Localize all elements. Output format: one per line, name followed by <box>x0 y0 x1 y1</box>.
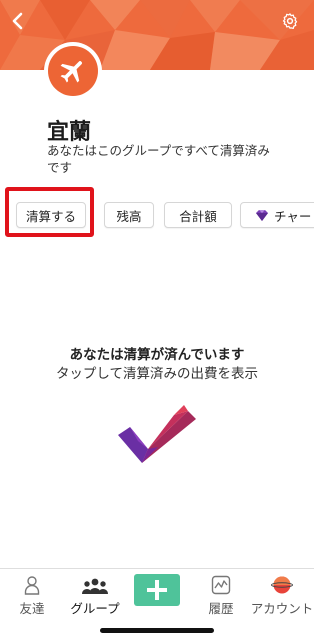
activity-icon <box>211 575 231 595</box>
chevron-left-icon <box>12 12 23 30</box>
gear-icon <box>282 13 298 29</box>
charts-button[interactable]: チャート <box>240 202 314 228</box>
show-settled-expenses-link[interactable]: タップして清算済みの出費を表示 <box>0 362 314 382</box>
tab-activity-label: 履歴 <box>208 601 234 616</box>
tab-friends-label: 友達 <box>19 601 45 616</box>
tab-account[interactable]: アカウント <box>251 569 313 619</box>
checkmark-icon <box>118 405 196 463</box>
diamond-icon <box>256 209 268 221</box>
group-avatar[interactable] <box>44 42 102 100</box>
tab-groups-label: グループ <box>70 601 120 616</box>
settle-up-highlight <box>5 187 94 237</box>
balances-button[interactable]: 残高 <box>104 202 154 228</box>
add-expense-button[interactable] <box>134 574 180 606</box>
group-icon <box>82 578 108 594</box>
totals-button[interactable]: 合計額 <box>164 202 232 228</box>
airplane-icon <box>60 61 82 83</box>
plus-icon <box>147 580 167 600</box>
tab-account-label: アカウント <box>250 601 314 616</box>
tab-groups[interactable]: グループ <box>64 569 126 619</box>
person-icon <box>24 576 40 595</box>
group-settled-status: あなたはこのグループですべて清算済みです <box>47 143 270 175</box>
account-avatar-icon <box>271 576 293 594</box>
charts-label: チャート <box>274 208 314 224</box>
tab-activity[interactable]: 履歴 <box>190 569 252 619</box>
tab-friends[interactable]: 友達 <box>1 569 63 619</box>
tab-add-expense[interactable] <box>126 569 188 619</box>
home-indicator <box>100 628 214 633</box>
settled-up-title: あなたは清算が済んでいます <box>69 347 245 363</box>
group-settings-button[interactable] <box>280 11 300 31</box>
back-button[interactable] <box>6 10 28 32</box>
